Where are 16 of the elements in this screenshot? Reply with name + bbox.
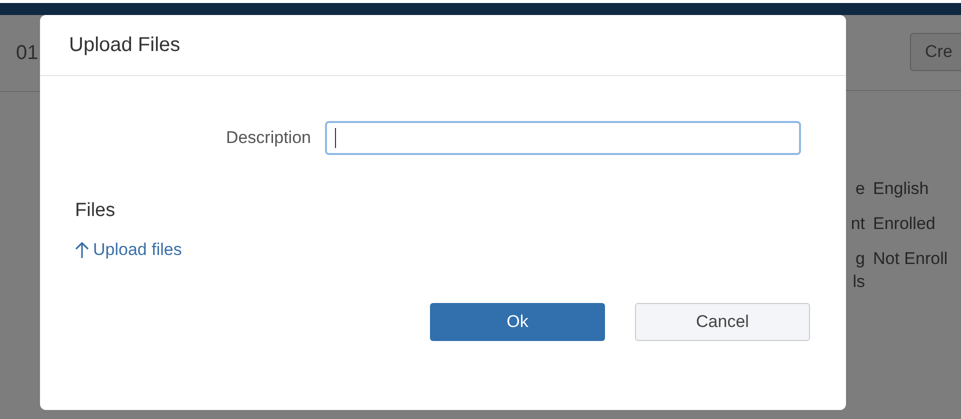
create-button[interactable]: Cre xyxy=(910,33,961,71)
description-field[interactable] xyxy=(325,121,801,155)
page-heading: 01 xyxy=(16,42,38,64)
detail-value: English xyxy=(873,178,930,200)
detail-label: g ls xyxy=(852,248,865,293)
dialog-title: Upload Files xyxy=(69,34,180,56)
detail-label: nt xyxy=(850,213,865,235)
upload-files-link[interactable]: Upload files xyxy=(75,240,182,260)
cancel-button[interactable]: Cancel xyxy=(635,303,810,341)
up-arrow-icon xyxy=(75,241,89,259)
files-heading: Files xyxy=(75,200,116,222)
detail-value: Enrolled xyxy=(873,213,936,235)
detail-label: e xyxy=(854,178,865,200)
description-label: Description xyxy=(224,128,311,148)
ok-button[interactable]: Ok xyxy=(430,303,605,341)
detail-value: Not Enroll xyxy=(873,248,949,270)
